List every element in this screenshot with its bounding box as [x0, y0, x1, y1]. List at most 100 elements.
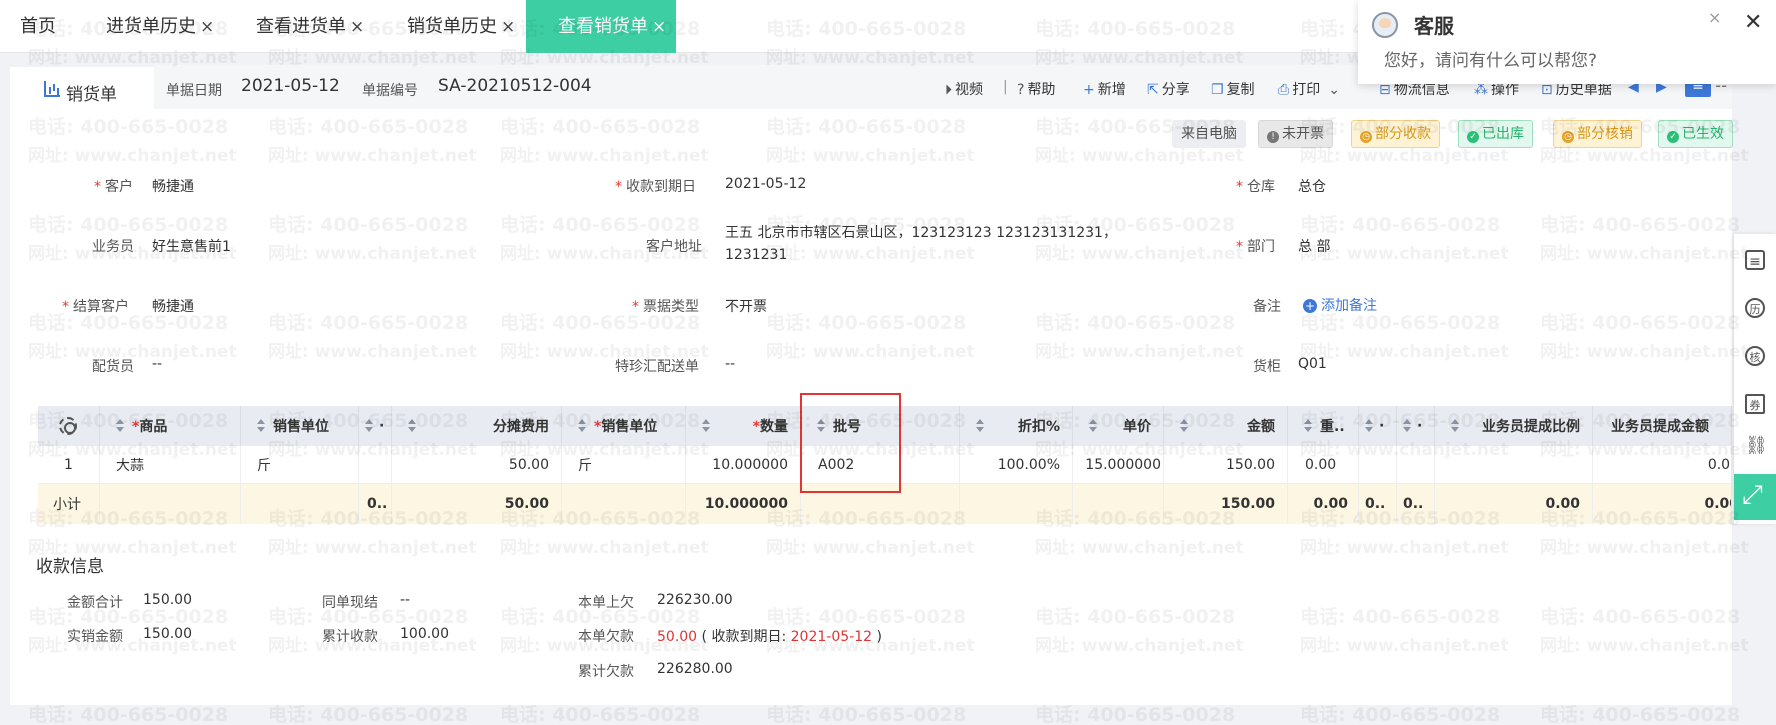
coupon-icon[interactable]: 券 [1745, 394, 1765, 414]
header-weight[interactable]: 重.. [1288, 406, 1359, 446]
due-date-value[interactable]: 2021-05-12 [725, 176, 806, 192]
new-button[interactable]: + 新增 [1083, 79, 1126, 99]
date-value: 2021-05-12 [241, 76, 340, 96]
bill-type-label: * 票据类型 [632, 299, 699, 315]
received-label: 累计收款 [322, 629, 378, 645]
add-remark-button[interactable]: + 添加备注 [1303, 295, 1377, 315]
subtotal-commission-ratio: 0.00 [1435, 484, 1593, 524]
subtotal-alloc-fee: 50.00 [392, 484, 562, 524]
help-button[interactable]: ? 帮助 [1017, 79, 1055, 99]
cell-discount[interactable]: 100.00% [960, 446, 1073, 483]
bill-type-value[interactable]: 不开票 [725, 296, 767, 316]
video-label: 视频 [955, 82, 983, 98]
share-icon: ⇱ [1147, 82, 1159, 98]
sort-icon [1304, 419, 1312, 433]
plus-icon: + [1303, 299, 1317, 313]
history-doc-icon: ⊡ [1541, 82, 1553, 98]
video-button[interactable]: ⏵ 视频 [945, 79, 983, 99]
window-close-icon[interactable]: ✕ [1744, 10, 1762, 35]
header-collapsed-2[interactable]: · [1359, 406, 1397, 446]
delivery-value[interactable]: -- [725, 356, 735, 372]
share-button[interactable]: ⇱ 分享 [1147, 79, 1190, 99]
sort-icon [408, 419, 416, 433]
warehouse-value[interactable]: 总仓 [1298, 176, 1326, 196]
cell-alloc-fee[interactable]: 50.00 [392, 446, 562, 483]
cell-row-no: 1 [38, 446, 100, 483]
header-sale-unit-2[interactable]: *销售单位 [562, 406, 686, 446]
service-message[interactable]: 您好，请问有什么可以帮您? [1384, 46, 1597, 71]
gear-icon[interactable] [59, 417, 77, 435]
exclamation-icon: ! [1267, 131, 1279, 143]
cell-weight[interactable]: 0.00 [1288, 446, 1359, 483]
invoice-status-tag: ! 未开票 [1258, 120, 1333, 148]
question-circle-icon: ? [1017, 82, 1025, 98]
tab-view-purchase[interactable]: 查看进货单 × [256, 0, 364, 53]
subtotal-sale-unit-2 [562, 484, 686, 524]
salesman-label: 业务员 [92, 239, 134, 255]
due-label: 本单欠款 [578, 629, 634, 645]
payment-title: 收款信息 [36, 557, 104, 577]
header-amount[interactable]: 金额 [1164, 406, 1288, 446]
customer-value[interactable]: 畅捷通 [152, 176, 194, 196]
salesman-value[interactable]: 好生意售前1 [152, 236, 231, 256]
document-icon[interactable]: ≡ [1745, 250, 1765, 270]
expand-icon[interactable] [1734, 474, 1776, 520]
cum-due-label: 累计欠款 [578, 664, 634, 680]
history-icon[interactable]: 历 [1745, 298, 1765, 318]
new-label: 新增 [1097, 82, 1126, 98]
invoice-status-label: 未开票 [1282, 126, 1324, 142]
cell-commission-amount[interactable]: 0.00 [1593, 446, 1732, 483]
link-icon[interactable]: ⛓ [1745, 436, 1768, 456]
settle-value: -- [400, 592, 411, 608]
sort-icon [976, 419, 984, 433]
header-commission-ratio[interactable]: 业务员提成比例 [1435, 406, 1593, 446]
grid-settings-cell[interactable] [38, 406, 100, 446]
settle-customer-value[interactable]: 畅捷通 [152, 296, 194, 316]
header-collapsed-1[interactable]: · [359, 406, 392, 446]
print-label: 打印 [1292, 82, 1321, 98]
cell-qty[interactable]: 10.000000 [686, 446, 801, 483]
tab-home[interactable]: 首页 [20, 0, 56, 53]
picker-value[interactable]: -- [152, 356, 162, 372]
chevron-down-icon[interactable]: ⌄ [1328, 82, 1340, 98]
cell-commission-ratio[interactable] [1435, 446, 1593, 483]
main-panel: 销货单 单据日期 2021-05-12 单据编号 SA-20210512-004… [10, 65, 1733, 705]
department-value[interactable]: 总 部 [1298, 236, 1330, 256]
close-icon[interactable]: × [652, 17, 666, 37]
tab-view-sales[interactable]: 查看销货单 × [526, 0, 676, 53]
tab-purchase-history[interactable]: 进货单历史 × [106, 0, 214, 53]
sort-icon [257, 419, 265, 433]
subtotal-collapsed-1: 0.. [359, 484, 392, 524]
header-product[interactable]: *商品 [100, 406, 241, 446]
print-button[interactable]: ⎙ 打印 ⌄ [1278, 79, 1340, 99]
subtotal-collapsed-2: 0.. [1359, 484, 1397, 524]
header-collapsed-3[interactable]: · [1397, 406, 1435, 446]
cell-sale-unit[interactable]: 斤 [241, 446, 359, 483]
cell-product[interactable]: 大蒜 [100, 446, 241, 483]
tab-label: 查看进货单 [256, 16, 346, 37]
copy-button[interactable]: ❐ 复制 [1211, 79, 1255, 99]
side-dock: ≡ 历 核 券 ⛓ [1734, 234, 1776, 524]
cabinet-value[interactable]: Q01 [1298, 356, 1327, 372]
close-icon[interactable]: × [350, 17, 364, 37]
header-price[interactable]: 单价 [1073, 406, 1164, 446]
settle-label: 同单现结 [322, 595, 378, 611]
cell-sale-unit-2[interactable]: 斤 [562, 446, 686, 483]
subtotal-commission-amount: 0.00 [1593, 484, 1732, 524]
tab-sales-history[interactable]: 销货单历史 × [407, 0, 515, 53]
header-qty[interactable]: *数量 [686, 406, 801, 446]
verify-status-label: 部分核销 [1577, 126, 1633, 142]
due-date: 2021-05-12 [790, 629, 873, 645]
header-discount[interactable]: 折扣% [960, 406, 1073, 446]
number-label: 单据编号 [362, 83, 418, 99]
cell-amount[interactable]: 150.00 [1164, 446, 1288, 483]
close-icon[interactable]: × [501, 17, 515, 37]
address-value[interactable]: 王五 北京市市辖区石景山区，123123123 123123131231，123… [725, 222, 1145, 266]
header-sale-unit[interactable]: 销售单位 [241, 406, 359, 446]
cell-price[interactable]: 15.000000 [1073, 446, 1164, 483]
header-alloc-fee[interactable]: 分摊费用 [392, 406, 562, 446]
close-icon[interactable]: × [1708, 8, 1721, 27]
close-icon[interactable]: × [200, 17, 214, 37]
verify-icon[interactable]: 核 [1745, 346, 1765, 366]
header-commission-amount[interactable]: 业务员提成金额 [1593, 406, 1732, 446]
